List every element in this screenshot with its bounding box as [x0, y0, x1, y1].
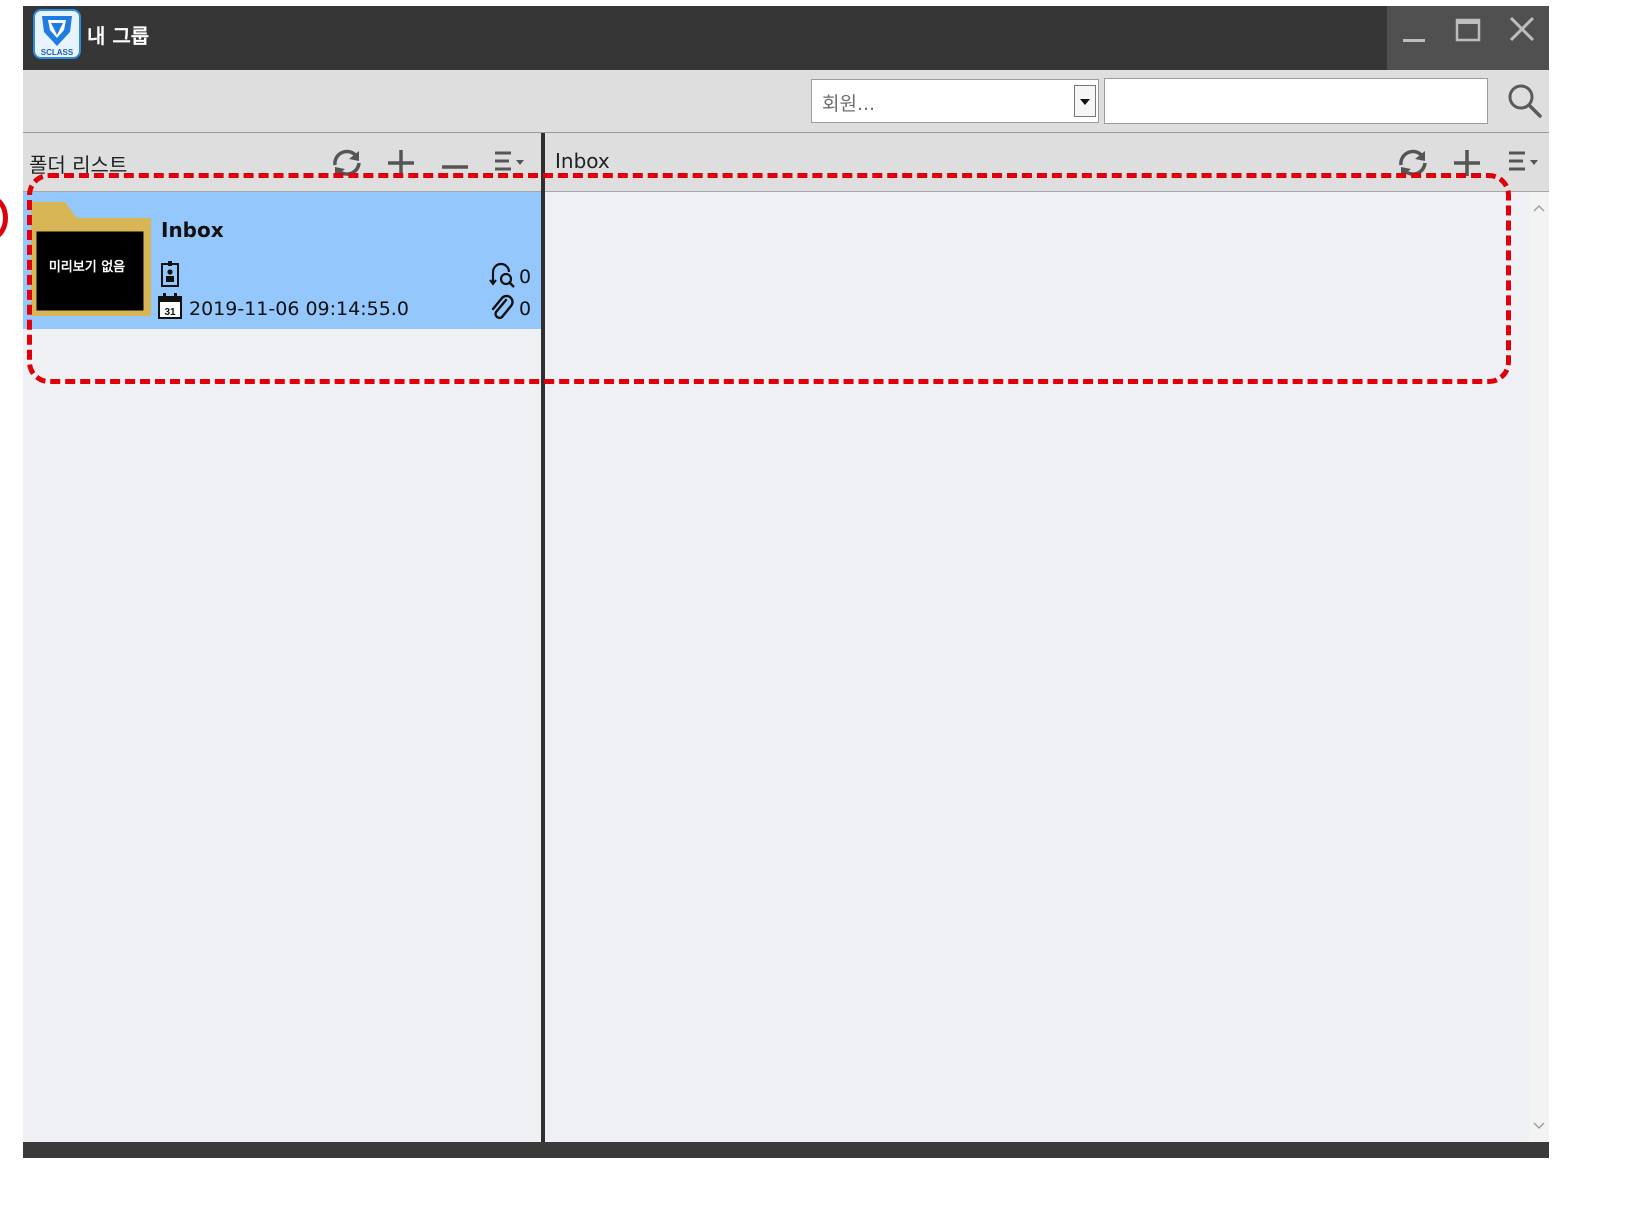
svg-text:SCLASS: SCLASS — [41, 48, 74, 57]
remove-icon — [442, 165, 468, 169]
folder-list-header: 폴더 리스트 — [23, 133, 541, 192]
content-menu-button[interactable] — [1503, 143, 1543, 183]
folder-date: 2019-11-06 09:14:55.0 — [189, 298, 409, 320]
calendar-icon: 31 — [158, 293, 182, 319]
title-bar[interactable]: SCLASS 내 그룹 — [23, 6, 1549, 70]
chevron-down-icon — [1080, 99, 1090, 105]
folder-list-title: 폴더 리스트 — [29, 153, 128, 177]
minimize-icon — [1403, 39, 1425, 42]
window-controls — [1387, 6, 1549, 70]
scroll-up-icon[interactable] — [1533, 204, 1545, 212]
thumbnail-label: 미리보기 없음 — [48, 260, 126, 275]
attachment-icon — [491, 294, 514, 320]
search-toolbar: 회원... — [23, 70, 1549, 133]
content-header: Inbox — [545, 133, 1549, 192]
folder-remove-button[interactable] — [435, 143, 475, 183]
menu-icon — [1509, 151, 1538, 171]
app-logo-icon: SCLASS — [33, 9, 81, 59]
folder-name: Inbox — [161, 218, 224, 242]
content-refresh-button[interactable] — [1393, 143, 1433, 183]
search-button[interactable] — [1503, 80, 1545, 122]
minimize-button[interactable] — [1387, 6, 1441, 70]
maximize-button[interactable] — [1441, 6, 1495, 70]
search-icon — [1508, 84, 1542, 118]
attachment-count: 0 — [519, 298, 532, 320]
refresh-icon — [1399, 149, 1427, 177]
close-button[interactable] — [1495, 6, 1549, 70]
member-select-value: 회원... — [822, 93, 876, 115]
folder-menu-button[interactable] — [489, 143, 529, 183]
dropdown-button[interactable] — [1074, 85, 1096, 117]
owner-icon — [161, 261, 179, 287]
scroll-down-icon[interactable] — [1533, 1122, 1545, 1130]
content-title: Inbox — [555, 149, 610, 173]
view-count-icon — [489, 262, 515, 288]
menu-icon — [495, 151, 524, 171]
maximize-icon — [1455, 18, 1481, 42]
member-select[interactable]: 회원... — [811, 79, 1099, 123]
vertical-scrollbar[interactable] — [1529, 192, 1549, 1156]
window-title: 내 그룹 — [87, 24, 150, 48]
folder-add-button[interactable] — [381, 143, 421, 183]
close-icon — [1509, 16, 1535, 42]
svg-text:31: 31 — [164, 307, 176, 318]
view-count: 0 — [519, 266, 532, 288]
folder-list: 미리보기 없음 Inbox 31 2019-11-06 09:14:55.0 0… — [23, 192, 541, 1156]
content-add-button[interactable] — [1447, 143, 1487, 183]
app-window: SCLASS 내 그룹 회원... 폴더 리스트 Inbox 미리보기 없음 I… — [23, 6, 1549, 1156]
content-area — [545, 192, 1549, 1156]
add-icon — [1454, 150, 1480, 176]
folder-item[interactable]: 미리보기 없음 Inbox 31 2019-11-06 09:14:55.0 0… — [23, 192, 541, 329]
search-input[interactable] — [1104, 78, 1488, 124]
status-bar — [23, 1142, 1549, 1158]
annotation-marker — [0, 196, 8, 240]
refresh-icon — [333, 149, 361, 177]
folder-refresh-button[interactable] — [327, 143, 367, 183]
add-icon — [388, 150, 414, 176]
